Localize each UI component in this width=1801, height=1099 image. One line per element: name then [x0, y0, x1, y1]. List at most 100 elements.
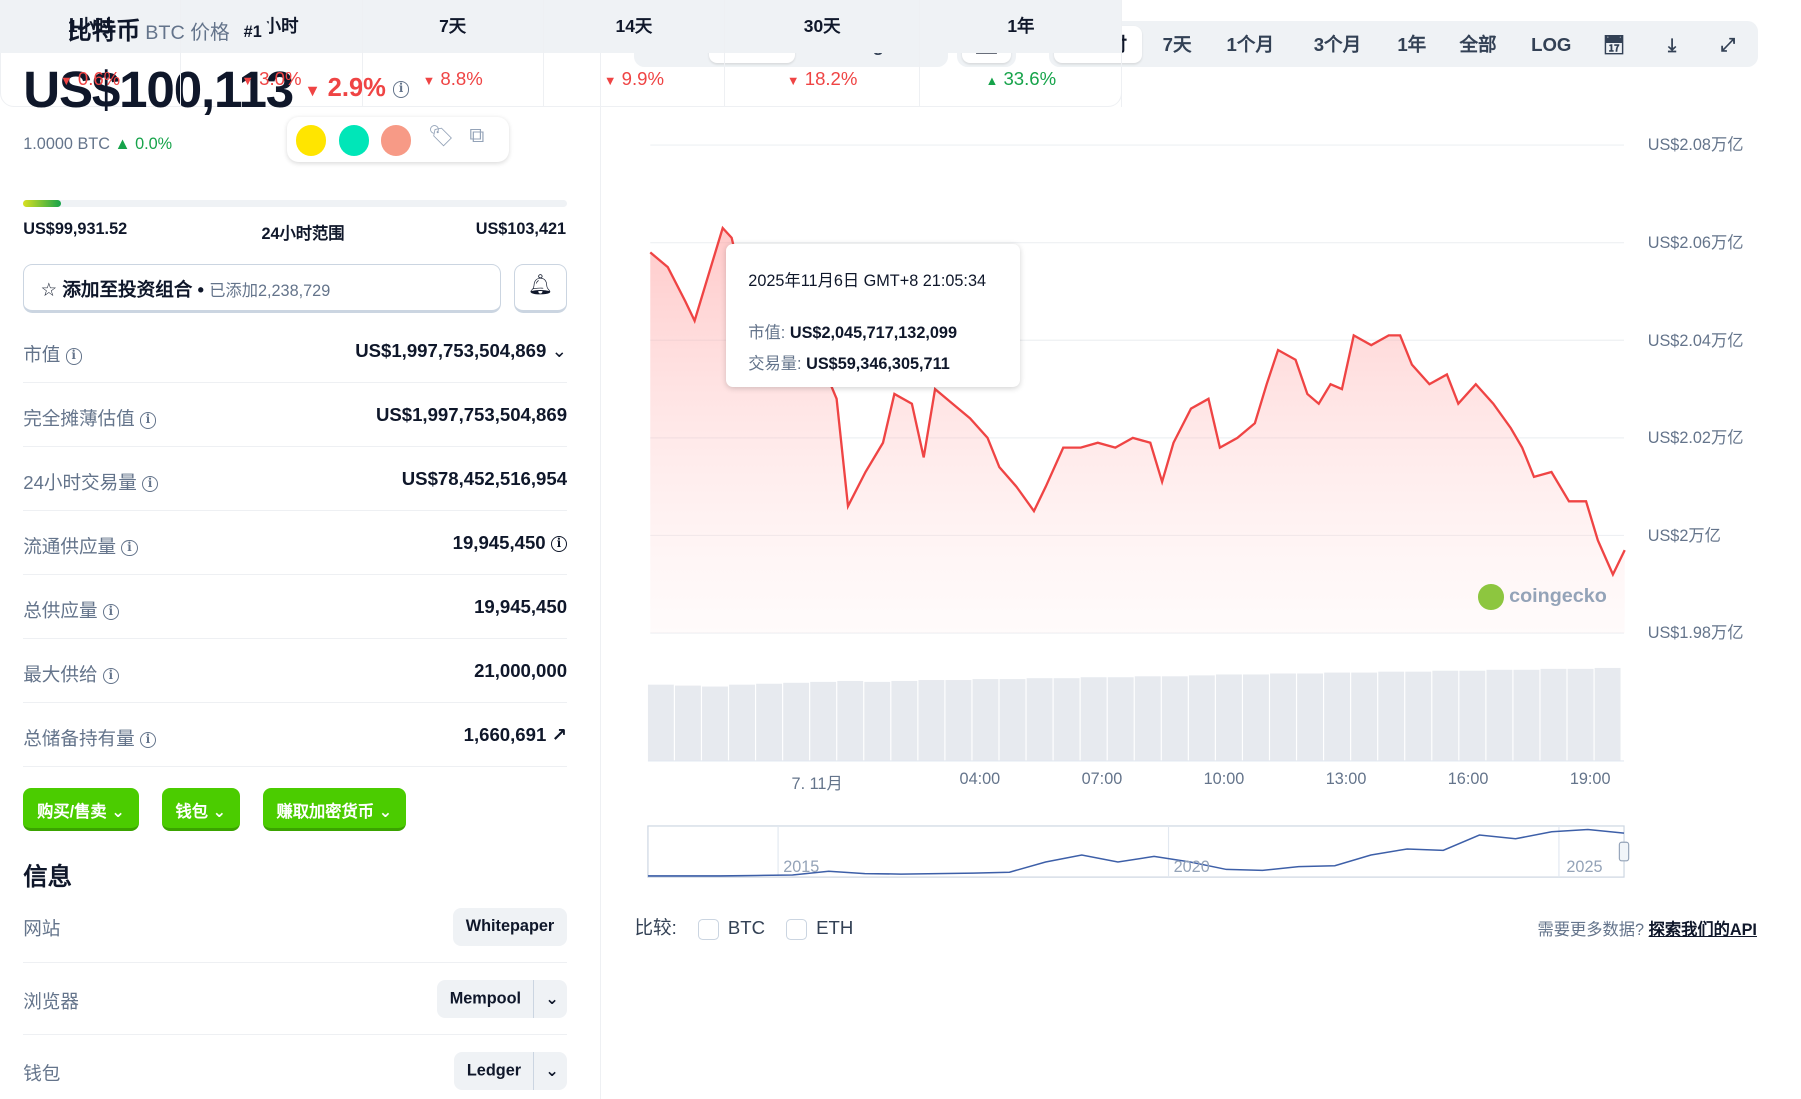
stat-value: 19,945,450 [474, 596, 567, 618]
stat-label-text: 最大供给 [23, 664, 98, 685]
x-axis-label: 04:00 [959, 770, 1001, 789]
stat-label-text: 总供应量 [23, 600, 98, 622]
stat-label: 流通供应量 i [23, 532, 138, 559]
color-swatch-salmon[interactable] [381, 125, 412, 156]
performance-value-text: 33.6% [1003, 68, 1057, 90]
color-swatch-yellow[interactable] [296, 125, 327, 156]
performance-period: 14天 [543, 0, 725, 54]
stat-label: 完全摊薄估值 i [23, 404, 157, 431]
copy-icon[interactable]: ⧉ [469, 124, 484, 148]
stat-value-text: 19,945,450 [474, 596, 568, 618]
performance-value: ▲ 33.6% [920, 53, 1121, 106]
x-axis-label: 10:00 [1203, 770, 1245, 789]
performance-value-text: 8.8% [440, 68, 483, 90]
earn-crypto-button[interactable]: 赚取加密货币 ⌄ [262, 787, 407, 831]
performance-period: 7天 [362, 0, 543, 54]
volume-bar [1378, 671, 1405, 762]
download-icon[interactable]: ⤓ [1654, 26, 1691, 63]
range-bar-fill [23, 199, 62, 207]
x-axis-label: 13:00 [1325, 770, 1367, 789]
wallet-dropdown[interactable]: Ledger ⌄ [454, 1051, 568, 1090]
info-icon[interactable]: i [121, 540, 138, 557]
btc-change: ▲ 0.0% [114, 134, 173, 153]
volume-bar [1216, 674, 1243, 762]
wallet-button[interactable]: 钱包 ⌄ [161, 787, 241, 831]
compare-btc-label: BTC [727, 917, 766, 939]
explorer-dropdown[interactable]: Mempool ⌄ [436, 979, 568, 1018]
volume-bar [1162, 676, 1189, 762]
chevron-down-icon: ⌄ [111, 803, 125, 822]
compare-btc-checkbox[interactable] [697, 918, 719, 940]
stat-value-text: US$78,452,516,954 [401, 468, 568, 490]
coin-title: 比特币 BTC 价格 #1 [67, 12, 269, 47]
stat-row: 24小时交易量 i US$78,452,516,954 [23, 447, 568, 512]
portfolio-count: 已添加2,238,729 [209, 282, 331, 301]
compare-eth-checkbox[interactable] [785, 918, 807, 940]
info-icon[interactable]: i [141, 476, 159, 493]
stat-value: US$1,997,753,504,869 [376, 404, 567, 426]
info-icon[interactable]: i [102, 604, 119, 621]
range-tab[interactable]: 1年 [1389, 26, 1435, 63]
stat-label-text: 流通供应量 [23, 536, 117, 558]
stat-value-text: US$1,997,753,504,869 [355, 340, 547, 362]
chevron-down-icon[interactable]: ⌄ [532, 1051, 559, 1090]
navigator-year-label: 2025 [1566, 857, 1603, 876]
add-to-portfolio-button[interactable]: ☆ 添加至投资组合 • 已添加2,238,729 [23, 263, 501, 313]
btc-price: 1.0000 BTC ▲ 0.0% [23, 135, 172, 154]
volume-bar [783, 683, 810, 762]
stat-value: 1,660,691 ↗ [464, 724, 567, 746]
navigator-handle[interactable] [1619, 841, 1630, 862]
stat-label-text: 24小时交易量 [23, 472, 137, 494]
stat-row: 市值 i US$1,997,753,504,869 ⌄ [23, 320, 568, 384]
buy-sell-button[interactable]: 购买/售卖 ⌄ [23, 787, 139, 831]
y-axis-label: US$1.98万亿 [1647, 624, 1744, 643]
volume-bar [972, 679, 999, 762]
range-tab[interactable]: 3个月 [1298, 26, 1377, 63]
range-tab[interactable]: 全部 [1444, 26, 1511, 63]
stat-value-text: 19,945,450 [452, 532, 546, 554]
volume-bar [1000, 679, 1026, 762]
stat-label: 市值 i [23, 340, 82, 367]
info-icon[interactable]: i [139, 731, 157, 749]
performance-cell: 7天 ▼ 8.8% [362, 0, 544, 107]
wallet-label: 钱包 [175, 803, 208, 822]
price-alert-button[interactable]: 🔔︎ [513, 263, 568, 313]
stat-label: 24小时交易量 i [23, 468, 159, 495]
volume-bar [1486, 669, 1513, 762]
volume-bar [1405, 671, 1432, 762]
whitepaper-link[interactable]: Whitepaper [453, 907, 568, 946]
range-tab[interactable]: 1个月 [1212, 26, 1289, 63]
info-heading: 信息 [23, 863, 73, 891]
range-tab[interactable]: 7天 [1149, 26, 1205, 63]
volume-bar [1027, 678, 1053, 762]
info-icon[interactable]: i [65, 348, 82, 365]
tag-icon[interactable]: 🏷︎ [428, 125, 455, 149]
stat-row: 总供应量 i 19,945,450 [23, 575, 568, 640]
api-link[interactable]: 探索我们的API [1649, 921, 1757, 939]
volume-bar [1054, 678, 1080, 762]
tooltip-cap-label: 市值: [748, 324, 786, 343]
tooltip-cap: US$2,045,717,132,099 [789, 324, 957, 343]
volume-bar [1351, 672, 1378, 762]
navigator-year-label: 2015 [783, 857, 820, 876]
y-axis-label: US$2.04万亿 [1647, 331, 1744, 350]
volume-bar [1189, 675, 1216, 762]
color-swatch-teal[interactable] [339, 125, 370, 156]
external-link-icon[interactable]: ↗ [551, 724, 567, 745]
info-icon[interactable]: i [139, 412, 157, 429]
bell-icon: 🔔︎ [527, 273, 553, 296]
gecko-logo-icon [1478, 584, 1504, 611]
volume-bar [1513, 669, 1540, 762]
range-high: US$103,421 [475, 219, 567, 238]
stat-value-text: US$1,997,753,504,869 [375, 404, 568, 426]
fullscreen-icon[interactable]: ⤢ [1709, 26, 1746, 63]
stat-label: 总储备持有量 i [23, 724, 157, 751]
chevron-down-icon[interactable]: ⌄ [532, 979, 559, 1018]
range-tab[interactable]: LOG [1519, 26, 1584, 63]
info-icon[interactable]: i [102, 667, 119, 685]
info-icon[interactable]: i [550, 536, 568, 553]
chevron-down-icon[interactable]: ⌄ [551, 340, 567, 361]
volume-bar [1540, 669, 1567, 762]
y-axis-label: US$2.06万亿 [1647, 233, 1744, 252]
calendar-icon[interactable]: 📅︎ [1595, 26, 1632, 63]
